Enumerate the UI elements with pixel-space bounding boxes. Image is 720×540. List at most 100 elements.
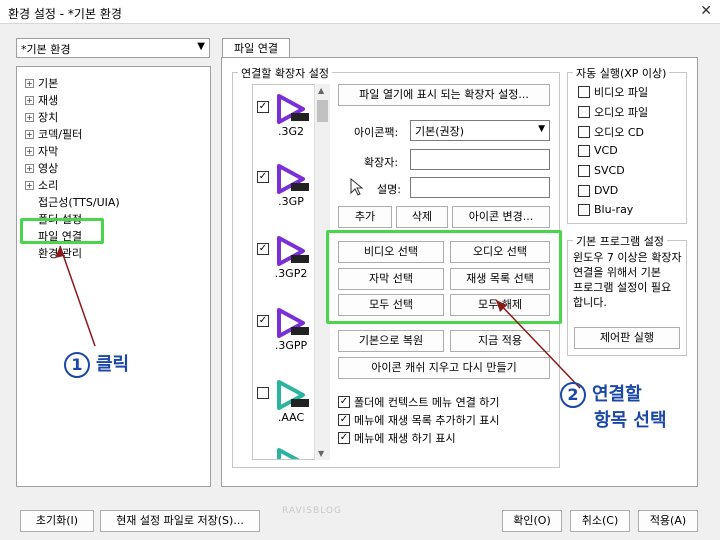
- autorun-bluray[interactable]: Blu-ray: [578, 203, 633, 216]
- default-program-legend: 기본 프로그램 설정: [573, 233, 667, 249]
- reset-button[interactable]: 초기화(I): [20, 510, 94, 532]
- context-menu-option[interactable]: ✓ 폴더에 컨텍스트 메뉴 연결 하기: [338, 394, 500, 410]
- checkbox[interactable]: [578, 86, 590, 98]
- expand-icon[interactable]: +: [25, 146, 34, 156]
- autorun-dvd[interactable]: DVD: [578, 184, 618, 197]
- highlight-tree-item: [20, 218, 104, 244]
- icon-pack-select[interactable]: 기본(권장) ▼: [410, 120, 550, 141]
- expand-icon[interactable]: +: [25, 112, 34, 122]
- watermark: RAVISBLOG: [282, 506, 342, 516]
- tree-item-playback[interactable]: + 재생: [25, 92, 58, 108]
- autorun-audio-file[interactable]: 오디오 파일: [578, 104, 648, 120]
- step1-annotation: 1 클릭: [64, 350, 129, 378]
- autorun-svcd[interactable]: SVCD: [578, 164, 625, 177]
- tree-item-codec[interactable]: + 코덱/필터: [25, 126, 82, 142]
- default-program-text: 윈도우 7 이상은 확장자 연결을 위해서 기본 프로그램 설정이 필요 합니다…: [573, 251, 682, 309]
- scroll-down-icon[interactable]: ▼: [318, 449, 324, 458]
- autorun-audio-cd[interactable]: 오디오 CD: [578, 124, 644, 140]
- expand-icon[interactable]: +: [25, 129, 34, 139]
- expand-icon[interactable]: +: [25, 180, 34, 190]
- ok-button[interactable]: 확인(O): [502, 510, 562, 532]
- step2-annotation: 2 연결할: [560, 380, 642, 408]
- mouse-cursor-icon: [350, 178, 364, 196]
- preset-select[interactable]: *기본 환경 ▼: [16, 38, 210, 58]
- playlist-menu-option[interactable]: ✓ 메뉴에 재생 목록 추가하기 표시: [338, 412, 500, 428]
- checkbox[interactable]: ✓: [257, 171, 269, 183]
- tab-file-association[interactable]: 파일 연결: [222, 38, 290, 58]
- play-file-icon: [277, 164, 309, 194]
- extension-group-legend: 연결할 확장자 설정: [238, 65, 332, 81]
- step2-annotation-line2: 항목 선택: [594, 410, 667, 431]
- tree-item-accessibility[interactable]: 접근성(TTS/UIA): [25, 194, 120, 210]
- window-title: 환경 설정 - *기본 환경: [8, 7, 122, 21]
- add-button[interactable]: 추가: [338, 206, 392, 228]
- expand-icon[interactable]: +: [25, 163, 34, 173]
- checkbox[interactable]: ✓: [257, 315, 269, 327]
- checkbox[interactable]: [578, 164, 590, 177]
- title-bar: 환경 설정 - *기본 환경 ✕: [0, 0, 720, 24]
- save-settings-button[interactable]: 현재 설정 파일로 저장(S)...: [100, 510, 260, 532]
- play-file-icon: [277, 236, 309, 266]
- change-icon-button[interactable]: 아이콘 변경...: [452, 206, 550, 228]
- control-panel-button[interactable]: 제어판 실행: [574, 327, 680, 349]
- scroll-thumb[interactable]: [317, 100, 328, 122]
- checkbox[interactable]: [578, 184, 590, 197]
- checkbox[interactable]: [578, 126, 590, 138]
- autorun-legend: 자동 실행(XP 이상): [573, 65, 670, 81]
- settings-tree: + 기본 + 재생 + 장치 + 코덱/필터 + 자막 + 영상 + 소리 접근성(TTS/U…: [16, 66, 211, 487]
- checkbox[interactable]: ✓: [338, 396, 350, 408]
- close-icon[interactable]: ✕: [700, 3, 712, 19]
- extension-input[interactable]: [410, 149, 550, 170]
- checkbox[interactable]: ✓: [338, 432, 350, 444]
- checkbox[interactable]: ✓: [257, 243, 269, 255]
- extension-label: 확장자:: [364, 156, 399, 169]
- autorun-video-file[interactable]: 비디오 파일: [578, 84, 648, 100]
- play-file-icon: [277, 380, 309, 410]
- restore-default-button[interactable]: 기본으로 복원: [338, 330, 444, 352]
- play-file-icon: [277, 308, 309, 338]
- play-menu-option[interactable]: ✓ 메뉴에 재생 하기 표시: [338, 430, 456, 446]
- checkbox[interactable]: ✓: [257, 101, 269, 113]
- clear-icon-cache-button[interactable]: 아이콘 캐쉬 지우고 다시 만들기: [338, 357, 550, 379]
- preset-value: *기본 환경: [21, 43, 71, 56]
- chevron-down-icon: ▼: [538, 124, 545, 134]
- extension-label: .3G2: [277, 125, 305, 138]
- extension-label: .3GP: [278, 195, 304, 208]
- checkbox[interactable]: [578, 106, 590, 118]
- expand-icon[interactable]: +: [25, 78, 34, 88]
- tree-item-subtitle[interactable]: + 자막: [25, 143, 58, 159]
- list-item[interactable]: ✓ .3GP2: [257, 235, 317, 299]
- icon-pack-label: 아이콘팩:: [354, 126, 399, 139]
- tree-item-device[interactable]: + 장치: [25, 109, 58, 125]
- scroll-up-icon[interactable]: ▲: [318, 86, 324, 95]
- extension-label: .3GP2: [274, 267, 308, 280]
- expand-icon[interactable]: +: [25, 95, 34, 105]
- autorun-vcd[interactable]: VCD: [578, 144, 618, 157]
- checkbox[interactable]: ✓: [338, 414, 350, 426]
- tree-item-sound[interactable]: + 소리: [25, 177, 58, 193]
- extension-label: .3GPP: [274, 339, 308, 352]
- description-label: 설명:: [377, 183, 401, 196]
- highlight-selection-buttons: [326, 230, 562, 324]
- tree-item-video[interactable]: + 영상: [25, 160, 58, 176]
- delete-button[interactable]: 삭제: [396, 206, 448, 228]
- play-file-icon: [277, 448, 300, 459]
- list-item[interactable]: ✓ .3G2: [257, 93, 317, 157]
- checkbox[interactable]: [578, 144, 590, 157]
- apply-button[interactable]: 적용(A): [638, 510, 698, 532]
- list-item[interactable]: ✓ .3GP: [257, 163, 317, 227]
- list-item[interactable]: ✓ .3GPP: [257, 307, 317, 371]
- cancel-button[interactable]: 취소(C): [570, 510, 630, 532]
- play-file-icon: [277, 94, 309, 124]
- checkbox[interactable]: [257, 387, 269, 399]
- list-item[interactable]: [257, 447, 317, 459]
- description-input[interactable]: [410, 177, 550, 198]
- show-extension-settings-button[interactable]: 파일 열기에 표시 되는 확장자 설정...: [338, 84, 550, 106]
- chevron-down-icon: ▼: [197, 41, 205, 52]
- tree-item-env-management[interactable]: 환경 관리: [25, 245, 82, 261]
- checkbox[interactable]: [578, 203, 590, 216]
- tree-item-basic[interactable]: + 기본: [25, 75, 58, 91]
- list-item[interactable]: .AAC: [257, 379, 317, 443]
- apply-now-button[interactable]: 지금 적용: [450, 330, 550, 352]
- extension-label: .AAC: [277, 411, 305, 424]
